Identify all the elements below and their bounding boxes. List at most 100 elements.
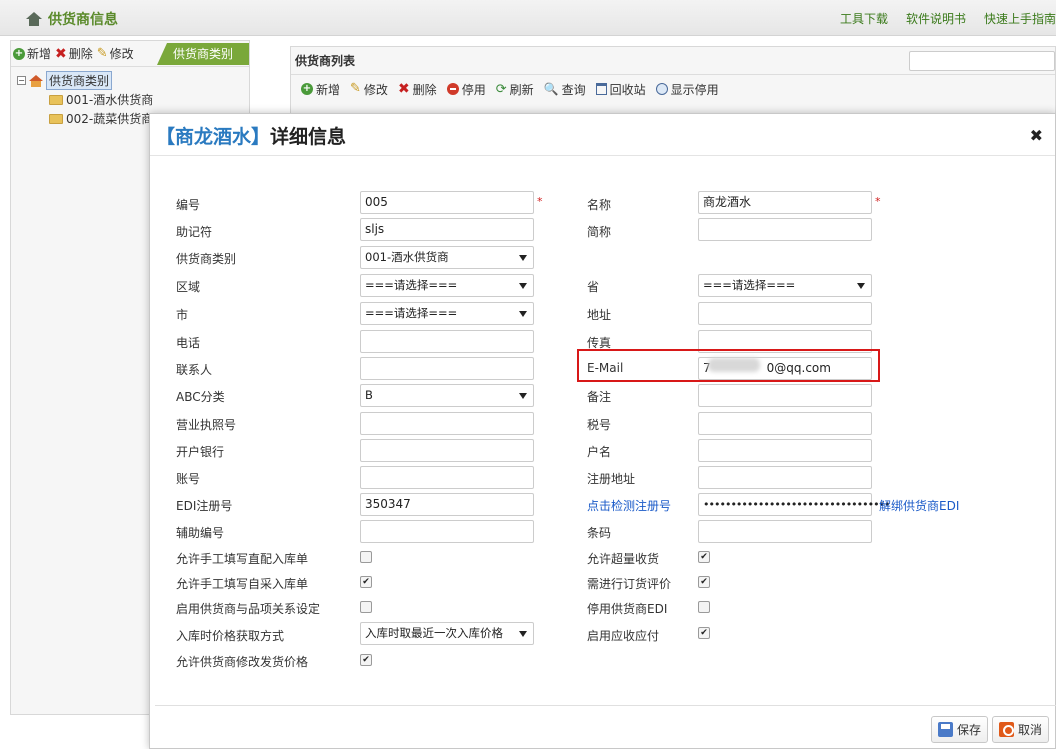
- region-label: 区域: [176, 280, 201, 294]
- license-field[interactable]: [360, 412, 534, 435]
- tree-item-label[interactable]: 001-酒水供货商: [66, 91, 153, 108]
- save-label: 保存: [957, 723, 982, 737]
- enable-ap-label: 启用应收应付: [587, 629, 660, 643]
- supplier-recycle-button[interactable]: 回收站: [595, 81, 646, 98]
- search-icon: 🔍: [543, 82, 559, 96]
- category-label: 供货商类别: [176, 252, 237, 266]
- add-icon: +: [13, 47, 25, 60]
- edi-password-field[interactable]: ••••••••••••••••••••••••••••••••••: [698, 493, 891, 516]
- edi-no-label: EDI注册号: [176, 499, 233, 513]
- province-label: 省: [587, 280, 600, 294]
- category-add-button[interactable]: + 新增: [13, 45, 51, 62]
- code-field[interactable]: 005: [360, 191, 534, 214]
- dropdown-arrow-icon: [519, 631, 527, 637]
- collapse-toggle[interactable]: −: [17, 76, 26, 85]
- allow-over-receive-checkbox[interactable]: [698, 551, 710, 563]
- folder-icon: [49, 113, 63, 124]
- page-title-text: 供货商信息: [48, 12, 118, 28]
- category-delete-label: 删除: [68, 47, 93, 61]
- cancel-label: 取消: [1018, 723, 1043, 737]
- save-icon: [938, 722, 953, 737]
- required-mark: *: [537, 195, 543, 208]
- home-icon[interactable]: [26, 12, 42, 26]
- account-name-field[interactable]: [698, 439, 872, 462]
- supplier-list-title: 供货商列表: [295, 54, 356, 68]
- province-select[interactable]: ===请选择===: [698, 274, 872, 297]
- tree-item[interactable]: 001-酒水供货商: [17, 90, 243, 109]
- tree-root-label[interactable]: 供货商类别: [46, 71, 113, 90]
- name-field[interactable]: 商龙酒水: [698, 191, 872, 214]
- disable-edi-checkbox[interactable]: [698, 601, 710, 613]
- city-label: 市: [176, 308, 189, 322]
- mnemonic-field[interactable]: sljs: [360, 218, 534, 241]
- region-select-value: ===请选择===: [365, 278, 458, 292]
- refresh-icon: ⟳: [495, 81, 507, 97]
- phone-field[interactable]: [360, 330, 534, 353]
- barcode-label: 条码: [587, 526, 612, 540]
- account-no-field[interactable]: [360, 466, 534, 489]
- supplier-refresh-label: 刷新: [509, 82, 534, 97]
- tax-no-field[interactable]: [698, 412, 872, 435]
- close-icon[interactable]: ✖: [1030, 126, 1043, 145]
- tab-supplier-category[interactable]: 供货商类别: [157, 43, 249, 65]
- aux-code-field[interactable]: [360, 520, 534, 543]
- bank-field[interactable]: [360, 439, 534, 462]
- category-select[interactable]: 001-酒水供货商: [360, 246, 534, 269]
- short-name-field[interactable]: [698, 218, 872, 241]
- dropdown-arrow-icon: [519, 283, 527, 289]
- category-add-label: 新增: [27, 47, 52, 61]
- category-select-value: 001-酒水供货商: [365, 250, 449, 264]
- dropdown-arrow-icon: [519, 311, 527, 317]
- city-select[interactable]: ===请选择===: [360, 302, 534, 325]
- address-label: 地址: [587, 308, 612, 322]
- delete-icon: ✖: [55, 45, 67, 62]
- add-icon: +: [301, 83, 313, 95]
- abc-select[interactable]: B: [360, 384, 534, 407]
- supplier-add-label: 新增: [316, 82, 341, 97]
- supplier-edit-label: 修改: [363, 82, 388, 97]
- supplier-delete-button[interactable]: ✖ 删除: [398, 81, 437, 98]
- supplier-query-label: 查询: [561, 82, 586, 97]
- category-edit-button[interactable]: ✎ 修改: [97, 45, 134, 62]
- supplier-disable-button[interactable]: 停用: [446, 81, 486, 98]
- allow-modify-price-checkbox[interactable]: [360, 654, 372, 666]
- save-button[interactable]: 保存: [931, 716, 989, 743]
- address-field[interactable]: [698, 302, 872, 325]
- edi-no-field[interactable]: 350347: [360, 493, 534, 516]
- supplier-add-button[interactable]: + 新增: [301, 81, 340, 98]
- remark-label: 备注: [587, 390, 612, 404]
- tree-item-label[interactable]: 002-蔬菜供货商: [66, 110, 153, 127]
- supplier-edit-button[interactable]: ✎ 修改: [350, 81, 388, 98]
- search-input[interactable]: [909, 51, 1055, 71]
- price-method-select[interactable]: 入库时取最近一次入库价格: [360, 622, 534, 645]
- unbind-edi-link[interactable]: 解绑供货商EDI: [879, 497, 959, 514]
- top-links: 工具下载 软件说明书 快速上手指南: [840, 10, 1056, 27]
- remark-field[interactable]: [698, 384, 872, 407]
- supplier-refresh-button[interactable]: ⟳ 刷新: [496, 81, 534, 98]
- supplier-delete-label: 删除: [412, 82, 437, 97]
- cancel-button[interactable]: 取消: [992, 716, 1050, 743]
- reg-address-field[interactable]: [698, 466, 872, 489]
- cancel-icon: [999, 722, 1014, 737]
- link-manual[interactable]: 软件说明书: [906, 10, 966, 27]
- name-label: 名称: [587, 198, 612, 212]
- phone-label: 电话: [176, 336, 201, 350]
- link-quick-start[interactable]: 快速上手指南: [984, 10, 1056, 27]
- tree-root[interactable]: − 供货商类别: [17, 71, 243, 90]
- check-reg-link[interactable]: 点击检测注册号: [587, 497, 671, 514]
- supplier-query-button[interactable]: 🔍 查询: [544, 81, 586, 98]
- contact-field[interactable]: [360, 357, 534, 380]
- allow-direct-in-checkbox[interactable]: [360, 551, 372, 563]
- enable-item-rel-checkbox[interactable]: [360, 601, 372, 613]
- link-tool-download[interactable]: 工具下载: [840, 10, 888, 27]
- supplier-show-disabled-button[interactable]: 显示停用: [655, 81, 719, 98]
- category-delete-button[interactable]: ✖ 删除: [55, 45, 93, 62]
- account-name-label: 户名: [587, 445, 612, 459]
- region-select[interactable]: ===请选择===: [360, 274, 534, 297]
- allow-self-in-checkbox[interactable]: [360, 576, 372, 588]
- enable-ap-checkbox[interactable]: [698, 627, 710, 639]
- bank-label: 开户银行: [176, 445, 225, 459]
- email-highlight-box: [577, 349, 880, 382]
- barcode-field[interactable]: [698, 520, 872, 543]
- need-eval-checkbox[interactable]: [698, 576, 710, 588]
